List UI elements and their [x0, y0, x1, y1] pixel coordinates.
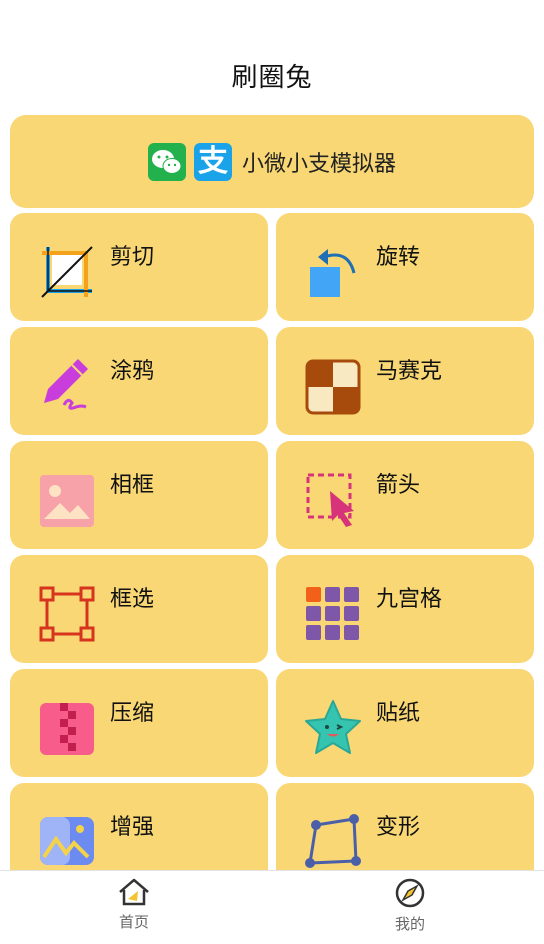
tool-label: 箭头 [376, 473, 421, 498]
tool-label: 增强 [110, 815, 155, 840]
transform-icon [305, 814, 361, 868]
tool-label: 相框 [110, 473, 155, 498]
tool-label: 马赛克 [376, 359, 443, 384]
tool-label: 涂鸦 [110, 359, 155, 384]
crop-icon [41, 246, 93, 298]
tool-grid: 剪切 旋转 涂鸦 马赛克 相框 箭头 框选 九宫格 压缩 贴纸 增强 变形 [10, 213, 534, 870]
nine-grid-icon [306, 587, 359, 640]
wechat-icon [147, 142, 186, 181]
alipay-icon: 支 [193, 142, 232, 181]
tab-mine[interactable]: 我的 [330, 877, 490, 941]
tab-label: 我的 [394, 915, 425, 933]
frame-tool-button[interactable]: 相框 [10, 441, 268, 549]
tab-label: 首页 [118, 913, 149, 931]
tool-label: 压缩 [110, 701, 155, 726]
mosaic-icon [305, 359, 361, 415]
box-select-tool-button[interactable]: 框选 [10, 555, 268, 663]
tool-label: 旋转 [376, 245, 421, 270]
nine-grid-tool-button[interactable]: 九宫格 [276, 555, 534, 663]
tab-home[interactable]: 首页 [54, 877, 214, 941]
sticker-star-icon [305, 700, 361, 754]
arrow-tool-button[interactable]: 箭头 [276, 441, 534, 549]
banner-label: 小微小支模拟器 [241, 151, 396, 177]
tool-label: 变形 [376, 815, 421, 840]
tool-label: 框选 [110, 587, 155, 612]
compress-tool-button[interactable]: 压缩 [10, 669, 268, 777]
bottom-tab-bar: 首页 我的 [0, 870, 544, 944]
tool-label: 剪切 [110, 245, 155, 270]
enhance-tool-button[interactable]: 增强 [10, 783, 268, 870]
crop-tool-button[interactable]: 剪切 [10, 213, 268, 321]
home-icon [119, 878, 149, 906]
mosaic-tool-button[interactable]: 马赛克 [276, 327, 534, 435]
tool-label: 贴纸 [376, 701, 421, 726]
tool-label: 九宫格 [376, 587, 443, 612]
sticker-tool-button[interactable]: 贴纸 [276, 669, 534, 777]
compress-icon [40, 703, 94, 755]
rotate-icon [310, 249, 356, 297]
rotate-tool-button[interactable]: 旋转 [276, 213, 534, 321]
box-select-icon [39, 586, 95, 642]
doodle-pen-icon [44, 359, 88, 410]
arrow-cursor-icon [306, 473, 354, 527]
doodle-tool-button[interactable]: 涂鸦 [10, 327, 268, 435]
enhance-image-icon [40, 817, 94, 865]
simulator-banner-button[interactable]: 支 小微小支模拟器 [10, 115, 534, 208]
page-title: 刷圈兔 [231, 63, 313, 93]
header: 刷圈兔 [0, 0, 544, 112]
photo-frame-icon [40, 475, 94, 527]
compass-icon [395, 878, 425, 908]
transform-tool-button[interactable]: 变形 [276, 783, 534, 870]
tool-list[interactable]: 支 小微小支模拟器 剪切 旋转 涂鸦 马赛克 相框 箭头 框选 九宫格 压缩 贴… [0, 112, 544, 870]
